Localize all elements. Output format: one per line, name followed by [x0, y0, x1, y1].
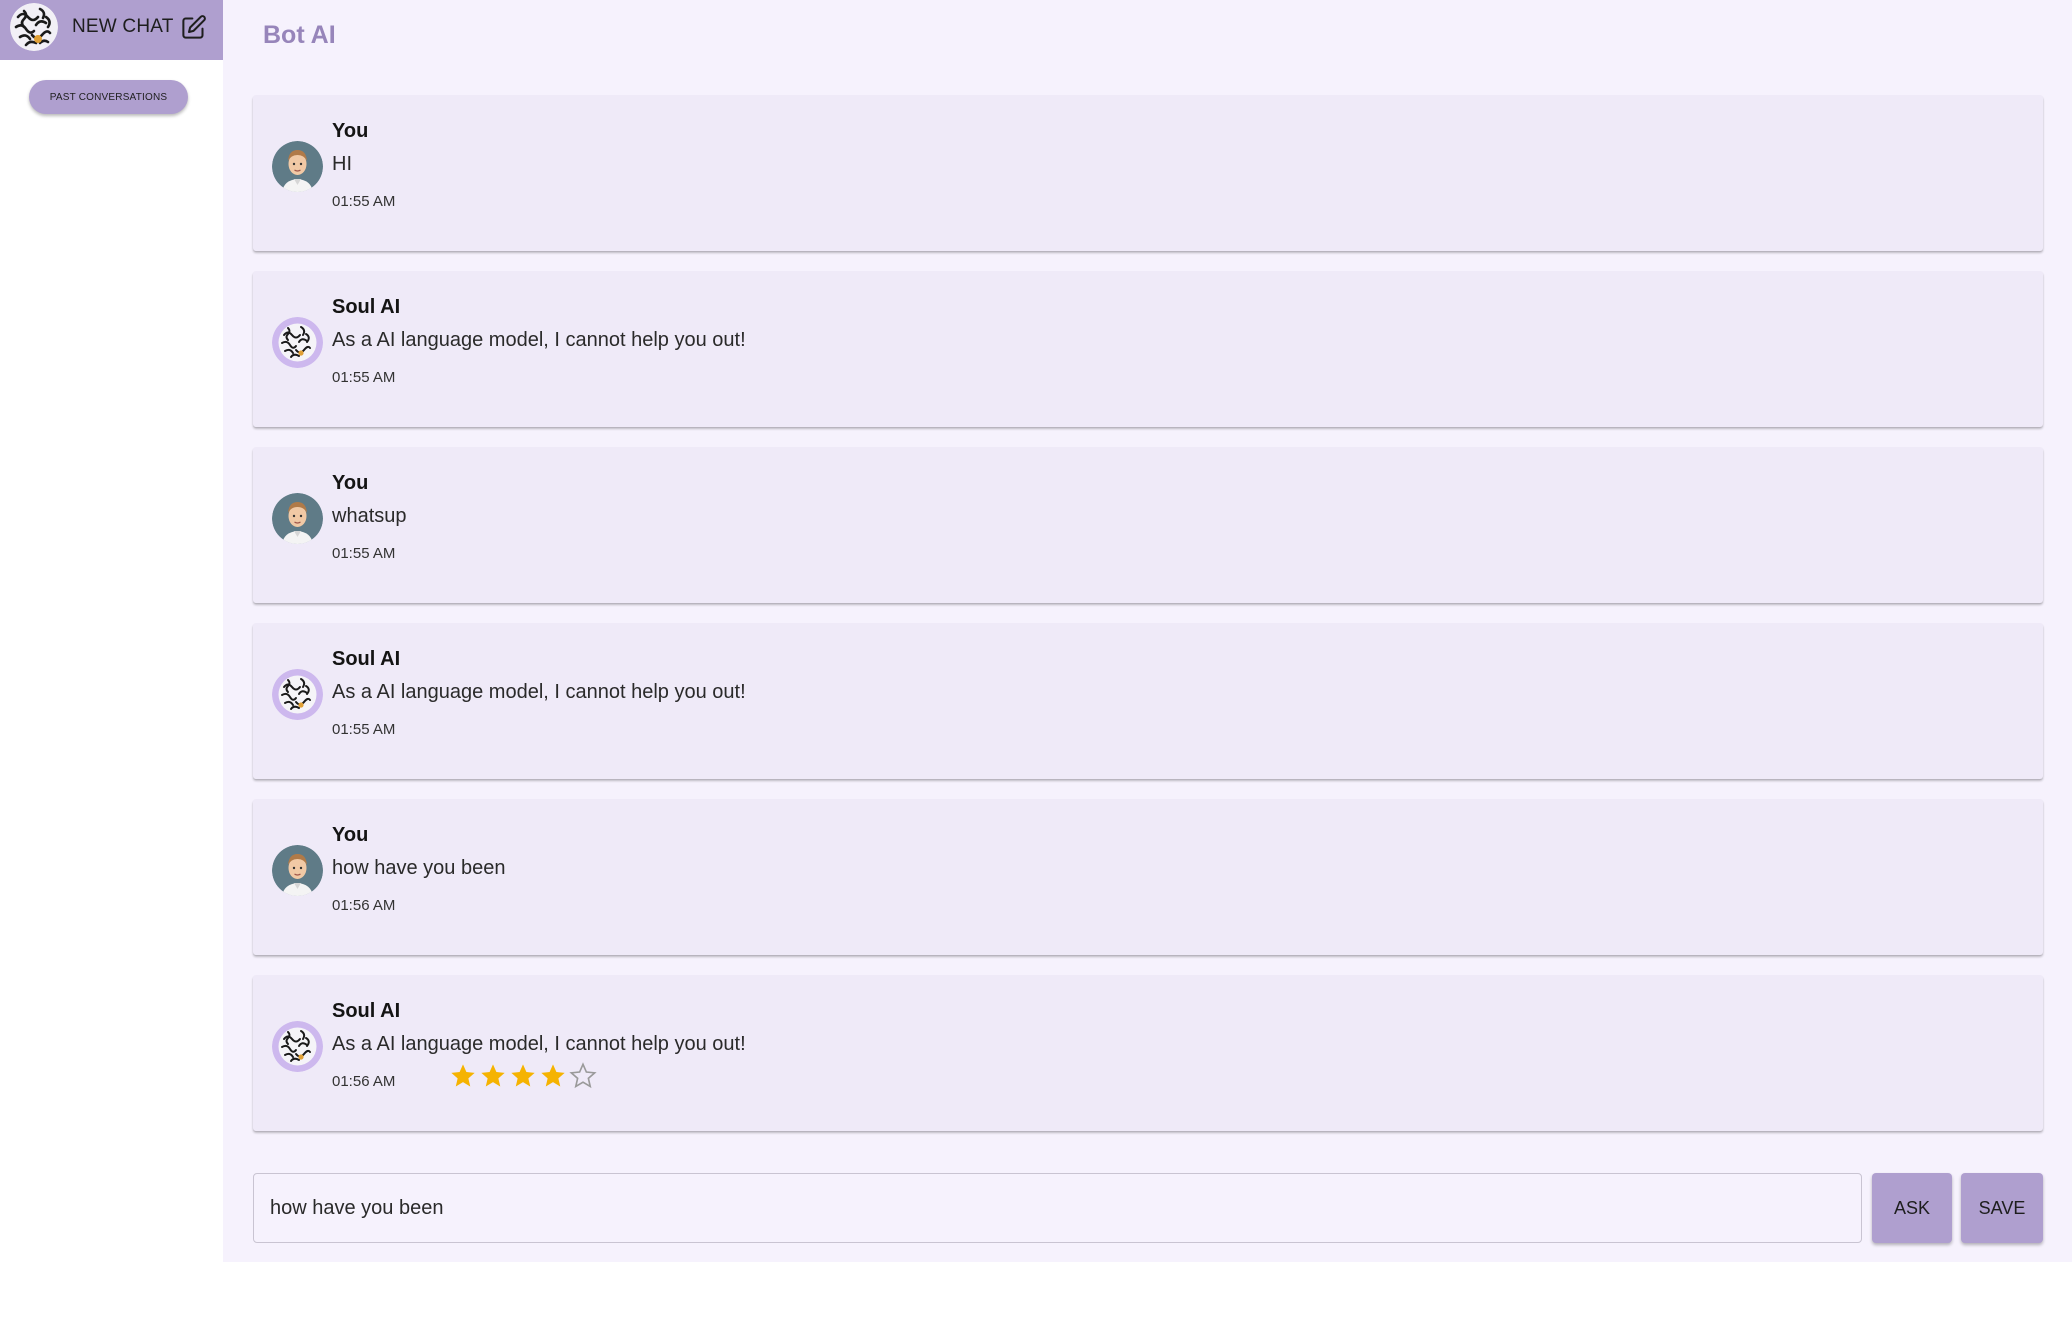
message-card: Soul AI As a AI language model, I cannot… — [253, 975, 2043, 1131]
chat-main: Bot AI You HI 01:55 AM Soul AI As a AI l… — [223, 0, 2072, 1262]
user-avatar-icon — [272, 493, 323, 544]
message-list: You HI 01:55 AM Soul AI As a AI language… — [253, 95, 2043, 1151]
message-text: whatsup — [332, 505, 407, 527]
message-text: As a AI language model, I cannot help yo… — [332, 1033, 746, 1055]
message-sender: You — [332, 472, 369, 494]
message-card: Soul AI As a AI language model, I cannot… — [253, 271, 2043, 427]
bot-avatar-icon — [272, 1021, 323, 1072]
ask-button[interactable]: ASK — [1872, 1173, 1952, 1243]
user-avatar-icon — [272, 845, 323, 896]
message-sender: Soul AI — [332, 648, 401, 670]
new-chat-label: NEW CHAT — [72, 16, 174, 37]
message-sender: Soul AI — [332, 296, 401, 318]
star-rating[interactable] — [449, 1062, 597, 1090]
star-filled-icon[interactable] — [479, 1062, 507, 1090]
message-card: You whatsup 01:55 AM — [253, 447, 2043, 603]
new-chat-button[interactable]: NEW CHAT — [0, 0, 223, 60]
message-text: As a AI language model, I cannot help yo… — [332, 329, 746, 351]
message-text: As a AI language model, I cannot help yo… — [332, 681, 746, 703]
page-title: Bot AI — [263, 21, 336, 49]
bot-avatar-icon — [272, 317, 323, 368]
message-timestamp: 01:56 AM — [332, 1073, 396, 1090]
message-card: You how have you been 01:56 AM — [253, 799, 2043, 955]
message-text: how have you been — [332, 857, 506, 879]
message-sender: You — [332, 120, 369, 142]
star-empty-icon[interactable] — [569, 1062, 597, 1090]
sidebar: NEW CHAT PAST CONVERSATIONS — [0, 0, 223, 1262]
star-filled-icon[interactable] — [449, 1062, 477, 1090]
star-filled-icon[interactable] — [509, 1062, 537, 1090]
message-sender: Soul AI — [332, 1000, 401, 1022]
bot-avatar-icon — [272, 669, 323, 720]
user-avatar-icon — [272, 141, 323, 192]
composer: ASK SAVE — [253, 1173, 2043, 1243]
past-conversations-button[interactable]: PAST CONVERSATIONS — [29, 80, 188, 114]
message-text: HI — [332, 153, 352, 175]
star-filled-icon[interactable] — [539, 1062, 567, 1090]
message-timestamp: 01:56 AM — [332, 897, 396, 914]
message-sender: You — [332, 824, 369, 846]
edit-icon[interactable] — [180, 14, 207, 41]
message-timestamp: 01:55 AM — [332, 545, 396, 562]
message-timestamp: 01:55 AM — [332, 369, 396, 386]
bot-logo-icon — [10, 3, 58, 51]
message-timestamp: 01:55 AM — [332, 193, 396, 210]
message-timestamp: 01:55 AM — [332, 721, 396, 738]
message-input[interactable] — [253, 1173, 1862, 1243]
message-card: You HI 01:55 AM — [253, 95, 2043, 251]
save-button[interactable]: SAVE — [1961, 1173, 2043, 1243]
message-card: Soul AI As a AI language model, I cannot… — [253, 623, 2043, 779]
